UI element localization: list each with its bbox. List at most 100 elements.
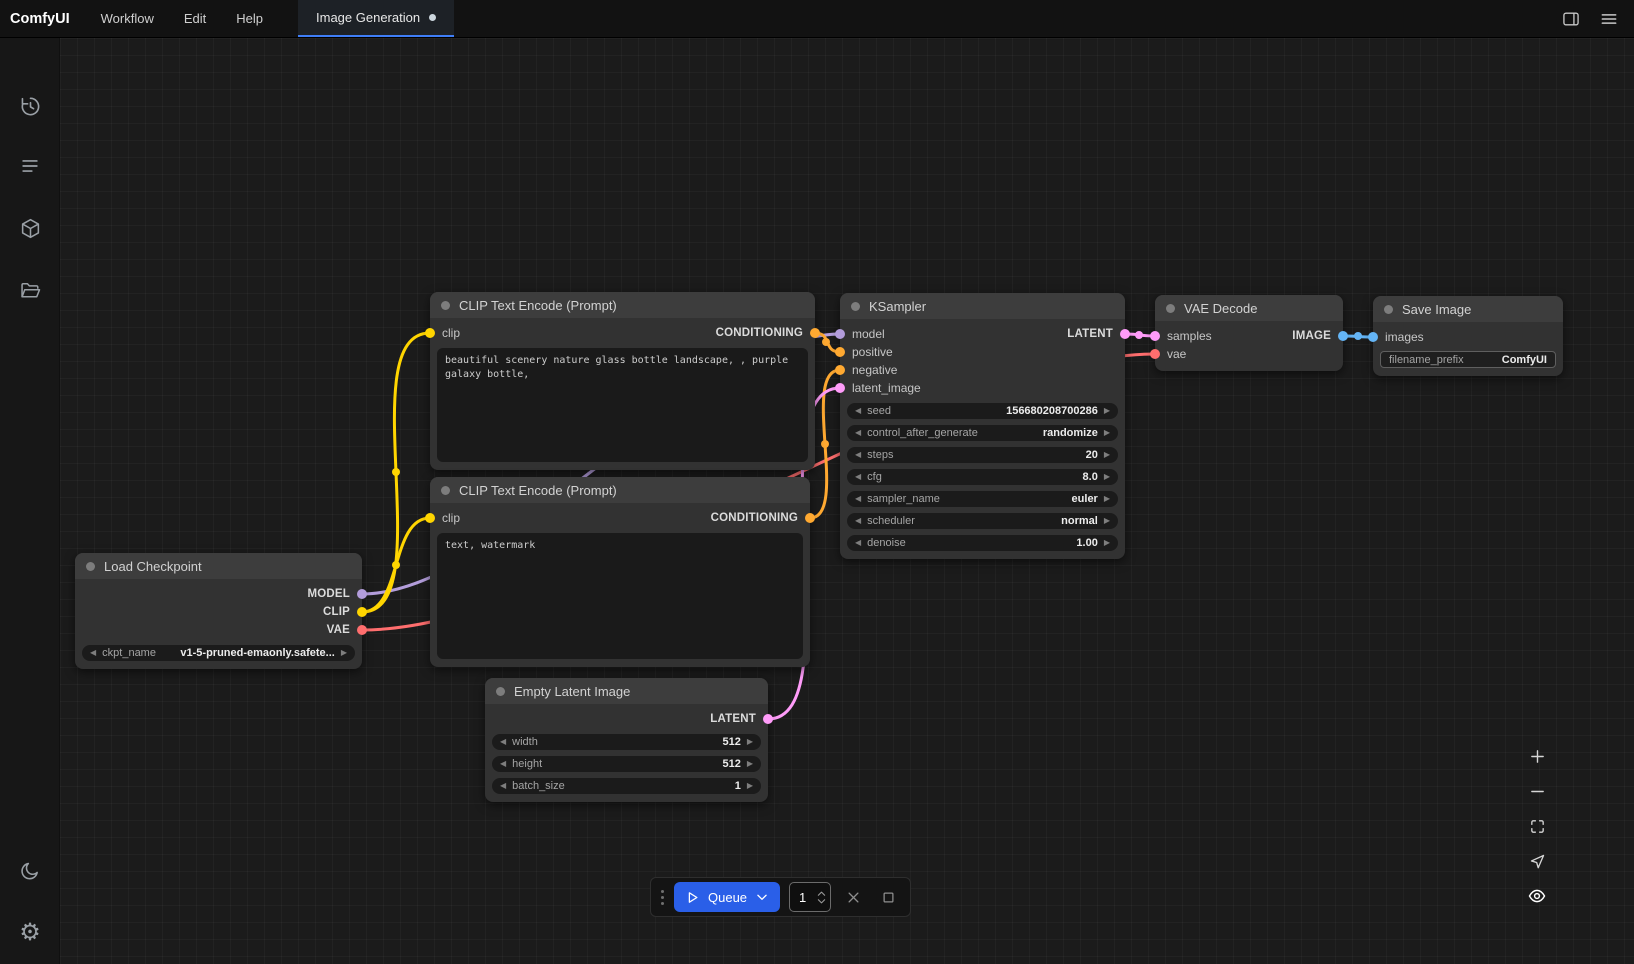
decrement-arrow-icon[interactable]: ◀ bbox=[855, 473, 861, 481]
node-clip-text-encode-negative[interactable]: CLIP Text Encode (Prompt) clip CONDITION… bbox=[430, 477, 810, 667]
queue-button[interactable]: Queue bbox=[674, 882, 780, 912]
node-status-dot[interactable] bbox=[441, 301, 450, 310]
decrement-arrow-icon[interactable]: ◀ bbox=[855, 407, 861, 415]
node-status-dot[interactable] bbox=[441, 486, 450, 495]
increment-arrow-icon[interactable]: ▶ bbox=[747, 782, 753, 790]
increment-arrow-icon[interactable]: ▶ bbox=[1104, 473, 1110, 481]
input-port-negative[interactable] bbox=[835, 365, 845, 375]
theme-toggle-button[interactable] bbox=[10, 851, 50, 891]
increment-arrow-icon[interactable]: ▶ bbox=[1104, 451, 1110, 459]
input-port-vae[interactable] bbox=[1150, 349, 1160, 359]
output-port-conditioning[interactable] bbox=[810, 328, 820, 338]
input-port-positive[interactable] bbox=[835, 347, 845, 357]
decrement-arrow-icon[interactable]: ◀ bbox=[500, 782, 506, 790]
input-port-clip[interactable] bbox=[425, 328, 435, 338]
zoom-out-button[interactable] bbox=[1522, 777, 1552, 805]
toggle-link-visibility-button[interactable] bbox=[1522, 882, 1552, 910]
node-load-checkpoint[interactable]: Load Checkpoint MODEL CLIP VAE ◀ ckpt_na… bbox=[75, 553, 362, 669]
prompt-text-area[interactable]: text, watermark bbox=[437, 533, 803, 659]
node-header[interactable]: VAE Decode bbox=[1155, 295, 1343, 321]
node-status-dot[interactable] bbox=[86, 562, 95, 571]
menu-edit[interactable]: Edit bbox=[169, 0, 221, 37]
decrement-arrow-icon[interactable]: ◀ bbox=[855, 517, 861, 525]
widget-control-after-generate[interactable]: ◀ control_after_generate randomize ▶ bbox=[847, 425, 1118, 441]
node-status-dot[interactable] bbox=[1384, 305, 1393, 314]
menu-help[interactable]: Help bbox=[221, 0, 278, 37]
select-mode-button[interactable] bbox=[1522, 847, 1552, 875]
node-header[interactable]: Empty Latent Image bbox=[485, 678, 768, 704]
cancel-button[interactable] bbox=[840, 884, 866, 910]
increment-arrow-icon[interactable]: ▶ bbox=[1104, 407, 1110, 415]
chevron-up-icon[interactable] bbox=[817, 890, 826, 897]
output-port-latent[interactable] bbox=[763, 714, 773, 724]
input-port-images[interactable] bbox=[1368, 332, 1378, 342]
decrement-arrow-icon[interactable]: ◀ bbox=[855, 451, 861, 459]
increment-arrow-icon[interactable]: ▶ bbox=[1104, 517, 1110, 525]
hamburger-menu-icon[interactable] bbox=[1594, 4, 1624, 34]
decrement-arrow-icon[interactable]: ◀ bbox=[500, 760, 506, 768]
zoom-in-button[interactable] bbox=[1522, 742, 1552, 770]
widget-width[interactable]: ◀ width 512 ▶ bbox=[492, 734, 761, 750]
increment-arrow-icon[interactable]: ▶ bbox=[1104, 539, 1110, 547]
node-header[interactable]: KSampler bbox=[840, 293, 1125, 319]
input-port-clip[interactable] bbox=[425, 513, 435, 523]
node-status-dot[interactable] bbox=[496, 687, 505, 696]
drag-handle-icon[interactable] bbox=[660, 890, 665, 905]
widget-sampler-name[interactable]: ◀ sampler_name euler ▶ bbox=[847, 491, 1118, 507]
increment-arrow-icon[interactable]: ▶ bbox=[1104, 495, 1110, 503]
output-port-model[interactable] bbox=[357, 589, 367, 599]
node-header[interactable]: Load Checkpoint bbox=[75, 553, 362, 579]
batch-count-stepper[interactable]: 1 bbox=[789, 882, 831, 912]
chevron-down-icon[interactable] bbox=[755, 890, 769, 904]
decrement-arrow-icon[interactable]: ◀ bbox=[500, 738, 506, 746]
increment-arrow-icon[interactable]: ▶ bbox=[747, 738, 753, 746]
menu-workflow[interactable]: Workflow bbox=[86, 0, 169, 37]
input-port-latent-image[interactable] bbox=[835, 383, 845, 393]
increment-arrow-icon[interactable]: ▶ bbox=[1104, 429, 1110, 437]
increment-arrow-icon[interactable]: ▶ bbox=[747, 760, 753, 768]
sidebar-item-model-library[interactable] bbox=[10, 208, 50, 248]
sidebar-item-node-library[interactable] bbox=[10, 146, 50, 186]
decrement-arrow-icon[interactable]: ◀ bbox=[855, 495, 861, 503]
widget-height[interactable]: ◀ height 512 ▶ bbox=[492, 756, 761, 772]
node-header[interactable]: CLIP Text Encode (Prompt) bbox=[430, 477, 810, 503]
prompt-text-area[interactable]: beautiful scenery nature glass bottle la… bbox=[437, 348, 808, 462]
node-status-dot[interactable] bbox=[851, 302, 860, 311]
output-port-latent[interactable] bbox=[1120, 329, 1130, 339]
settings-button[interactable]: ⚙ bbox=[10, 913, 50, 953]
increment-arrow-icon[interactable]: ▶ bbox=[341, 649, 347, 657]
tab-image-generation[interactable]: Image Generation bbox=[298, 0, 454, 37]
node-ksampler[interactable]: KSampler model LATENT positive negative … bbox=[840, 293, 1125, 559]
decrement-arrow-icon[interactable]: ◀ bbox=[855, 539, 861, 547]
decrement-arrow-icon[interactable]: ◀ bbox=[855, 429, 861, 437]
widget-seed[interactable]: ◀ seed 156680208700286 ▶ bbox=[847, 403, 1118, 419]
widget-steps[interactable]: ◀ steps 20 ▶ bbox=[847, 447, 1118, 463]
panel-toggle-icon[interactable] bbox=[1556, 4, 1586, 34]
node-vae-decode[interactable]: VAE Decode samples IMAGE vae bbox=[1155, 295, 1343, 371]
fit-view-button[interactable] bbox=[1522, 812, 1552, 840]
stop-button[interactable] bbox=[875, 884, 901, 910]
widget-denoise[interactable]: ◀ denoise 1.00 ▶ bbox=[847, 535, 1118, 551]
widget-cfg[interactable]: ◀ cfg 8.0 ▶ bbox=[847, 469, 1118, 485]
left-sidebar: ⚙ bbox=[0, 38, 60, 964]
widget-scheduler[interactable]: ◀ scheduler normal ▶ bbox=[847, 513, 1118, 529]
node-clip-text-encode-positive[interactable]: CLIP Text Encode (Prompt) clip CONDITION… bbox=[430, 292, 815, 470]
widget-filename-prefix[interactable]: filename_prefix ComfyUI bbox=[1380, 351, 1556, 368]
input-port-samples[interactable] bbox=[1150, 331, 1160, 341]
widget-ckpt-name[interactable]: ◀ ckpt_name v1-5-pruned-emaonly.safete..… bbox=[82, 645, 355, 661]
decrement-arrow-icon[interactable]: ◀ bbox=[90, 649, 96, 657]
node-header[interactable]: Save Image bbox=[1373, 296, 1563, 322]
node-empty-latent-image[interactable]: Empty Latent Image LATENT ◀ width 512 ▶ … bbox=[485, 678, 768, 802]
node-save-image[interactable]: Save Image images filename_prefix ComfyU… bbox=[1373, 296, 1563, 376]
output-port-vae[interactable] bbox=[357, 625, 367, 635]
sidebar-item-queue-history[interactable] bbox=[10, 86, 50, 126]
node-status-dot[interactable] bbox=[1166, 304, 1175, 313]
chevron-down-icon[interactable] bbox=[817, 898, 826, 905]
widget-batch-size[interactable]: ◀ batch_size 1 ▶ bbox=[492, 778, 761, 794]
node-header[interactable]: CLIP Text Encode (Prompt) bbox=[430, 292, 815, 318]
output-port-conditioning[interactable] bbox=[805, 513, 815, 523]
output-port-clip[interactable] bbox=[357, 607, 367, 617]
sidebar-item-workflows[interactable] bbox=[10, 270, 50, 310]
input-port-model[interactable] bbox=[835, 329, 845, 339]
output-port-image[interactable] bbox=[1338, 331, 1348, 341]
